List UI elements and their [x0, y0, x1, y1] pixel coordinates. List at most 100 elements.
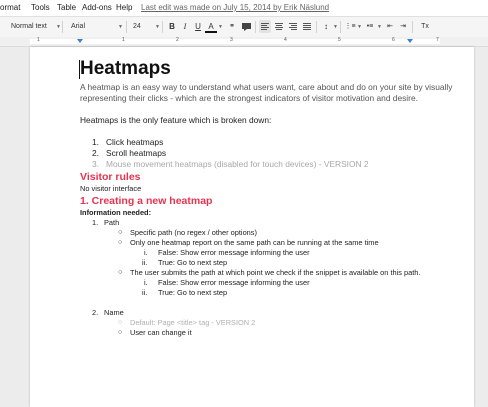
- align-center-icon[interactable]: [273, 20, 285, 33]
- divider: [162, 21, 163, 33]
- creating-heatmap-heading: 1. Creating a new heatmap: [80, 195, 213, 207]
- ruler-number: 7: [436, 37, 439, 43]
- chevron-down-icon: ▼: [377, 24, 382, 30]
- chevron-down-icon: ▼: [56, 24, 61, 30]
- text-cursor: [79, 60, 80, 79]
- align-left-icon[interactable]: [259, 20, 271, 33]
- right-indent-marker[interactable]: [407, 39, 413, 43]
- chevron-down-icon: ▼: [118, 24, 123, 30]
- hollow-bullet-icon: ○: [118, 269, 123, 276]
- menu-tools[interactable]: Tools: [31, 0, 50, 16]
- sub-bullet-text: Default: Page <title> tag - VERSION 2: [130, 318, 256, 327]
- numbered-list-icon[interactable]: ⋮≡: [344, 20, 356, 33]
- decrease-indent-icon[interactable]: ⇤: [384, 20, 396, 33]
- ruler-number: 5: [338, 37, 341, 43]
- ruler: 1 1 2 3 4 5 6 7: [0, 37, 488, 47]
- comment-icon[interactable]: [240, 20, 252, 33]
- link-icon[interactable]: ⚭: [226, 20, 238, 33]
- sub-bullet: ○ User can change it: [80, 328, 460, 338]
- list-item-text: Scroll heatmaps: [106, 148, 167, 158]
- roman-item-text: False: Show error message informing the …: [158, 248, 310, 257]
- sub-bullet: ○ Only one heatmap report on the same pa…: [80, 238, 460, 248]
- divider: [412, 21, 413, 33]
- divider: [126, 21, 127, 33]
- document-page[interactable]: Heatmaps A heatmap is an easy way to und…: [30, 47, 474, 407]
- chevron-down-icon: ▼: [357, 24, 362, 30]
- font-size-select[interactable]: 24: [130, 20, 155, 33]
- sub-bullet: ○ The user submits the path at which poi…: [80, 268, 460, 278]
- bold-button[interactable]: B: [166, 20, 178, 33]
- italic-button[interactable]: I: [179, 20, 191, 33]
- divider: [255, 21, 256, 33]
- visitor-text: No visitor interface: [80, 184, 142, 193]
- chevron-down-icon: ▼: [218, 24, 223, 30]
- ruler-number: 6: [392, 37, 395, 43]
- bulleted-list-icon[interactable]: •≡: [364, 20, 376, 33]
- sub-bullet-text: User can change it: [130, 328, 192, 337]
- roman-number: ii.: [142, 288, 148, 297]
- sub-bullet: ○ Specific path (no regex / other option…: [80, 228, 460, 238]
- document-title: Heatmaps: [79, 57, 460, 81]
- left-indent-marker[interactable]: [77, 39, 83, 43]
- menu-format[interactable]: ormat: [0, 0, 20, 16]
- list-item: 1. Click heatmaps: [80, 137, 460, 148]
- list-item-text: Name: [104, 308, 124, 317]
- divider: [340, 21, 341, 33]
- menu-table[interactable]: Table: [57, 0, 76, 16]
- ruler-number: 1: [122, 37, 125, 43]
- justify-icon[interactable]: [301, 20, 313, 33]
- sub-bullet-text: Only one heatmap report on the same path…: [130, 238, 379, 247]
- text-color-button[interactable]: A: [205, 20, 217, 33]
- list-item-name: 2. Name: [80, 308, 460, 318]
- document-content[interactable]: Heatmaps A heatmap is an easy way to und…: [79, 57, 460, 338]
- feature-line: Heatmaps is the only feature which is br…: [80, 115, 272, 125]
- list-item-path: 1. Path: [80, 218, 460, 228]
- align-right-icon[interactable]: [287, 20, 299, 33]
- increase-indent-icon[interactable]: ⇥: [397, 20, 409, 33]
- menu-bar: ormat Tools Table Add-ons Help Last edit…: [0, 0, 488, 16]
- roman-number: i.: [144, 278, 148, 287]
- sub-bullet-text: Specific path (no regex / other options): [130, 228, 257, 237]
- line-spacing-icon[interactable]: ↕: [320, 20, 332, 33]
- list-number: 1.: [92, 218, 99, 227]
- roman-item: ii. True: Go to next step: [80, 288, 460, 298]
- hollow-bullet-icon: ○: [118, 229, 123, 236]
- ruler-number: 4: [284, 37, 287, 43]
- menu-addons[interactable]: Add-ons: [82, 0, 112, 16]
- underline-button[interactable]: U: [192, 20, 204, 33]
- list-number: 2.: [92, 308, 99, 317]
- style-select[interactable]: Normal text: [8, 20, 55, 33]
- ruler-track: [30, 39, 440, 44]
- roman-item: ii. True: Go to next step: [80, 258, 460, 268]
- roman-number: i.: [144, 248, 148, 257]
- roman-number: ii.: [142, 258, 148, 267]
- list-number: 1.: [92, 137, 99, 147]
- toolbar: Normal text ▼ Arial ▼ 24 ▼ B I U A ▼ ⚭ ↕…: [0, 16, 488, 38]
- hollow-bullet-icon: ○: [118, 329, 123, 336]
- ruler-number: 2: [176, 37, 179, 43]
- roman-item-text: True: Go to next step: [158, 288, 228, 297]
- document-title-text: Heatmaps: [80, 58, 171, 79]
- intro-paragraph: A heatmap is an easy way to understand w…: [80, 82, 453, 103]
- divider: [316, 21, 317, 33]
- hollow-bullet-icon: ○: [118, 319, 123, 326]
- clear-formatting-button[interactable]: Tx: [418, 20, 432, 33]
- list-item-text: Mouse movement heatmaps (disabled for to…: [106, 159, 369, 169]
- list-item: 2. Scroll heatmaps: [80, 148, 460, 159]
- list-item-text: Path: [104, 218, 120, 227]
- list-number: 3.: [92, 159, 99, 169]
- roman-item-text: True: Go to next step: [158, 258, 228, 267]
- menu-help[interactable]: Help: [116, 0, 132, 16]
- chevron-down-icon: ▼: [333, 24, 338, 30]
- list-number: 2.: [92, 148, 99, 158]
- list-item-text: Click heatmaps: [106, 137, 164, 147]
- ruler-number: 3: [230, 37, 233, 43]
- info-needed-label: Information needed:: [80, 208, 152, 217]
- visitor-rules-heading: Visitor rules: [80, 171, 141, 183]
- font-select[interactable]: Arial: [68, 20, 119, 33]
- sub-bullet: ○ Default: Page <title> tag - VERSION 2: [80, 318, 460, 328]
- divider: [62, 21, 63, 33]
- last-edit-link[interactable]: Last edit was made on July 15, 2014 by E…: [141, 0, 329, 16]
- roman-item: i. False: Show error message informing t…: [80, 278, 460, 288]
- chevron-down-icon: ▼: [155, 24, 160, 30]
